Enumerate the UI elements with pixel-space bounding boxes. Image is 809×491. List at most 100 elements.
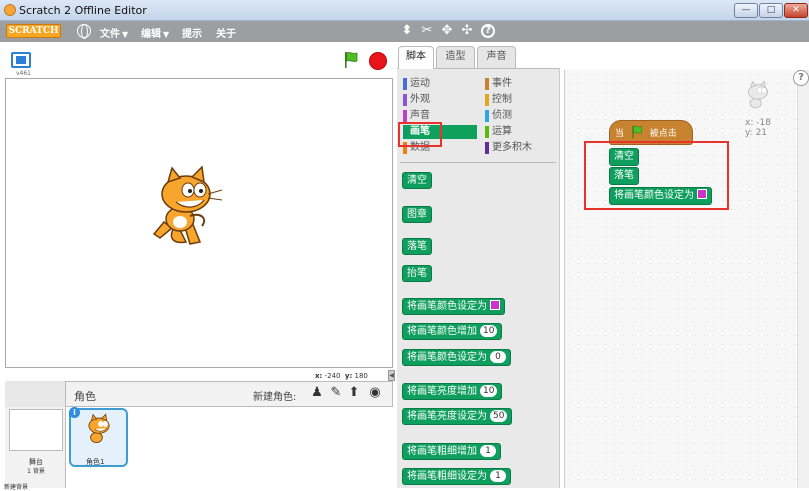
block-label: 落笔 [407, 241, 427, 252]
color-swatch[interactable] [490, 300, 500, 310]
new-sprite-label: 新建角色: [253, 392, 297, 403]
choose-sprite-library-icon[interactable]: ♟ [309, 385, 325, 401]
help-icon[interactable]: ? [481, 24, 495, 38]
duplicate-icon[interactable]: ⬍ [399, 23, 415, 39]
scratch-cat-app-icon [4, 4, 16, 16]
category-label: 声音 [410, 110, 430, 121]
block-label: 将画笔亮度设定为 [407, 411, 487, 422]
number-input[interactable]: 10 [480, 385, 498, 397]
sprite-x-position: x: -18 [745, 118, 771, 128]
menu-tips[interactable]: 提示 [182, 25, 202, 40]
right-scroll-strip[interactable] [797, 70, 809, 488]
stage-thumbnail[interactable] [9, 409, 63, 451]
chevron-down-icon: ▼ [163, 30, 170, 39]
cat-sprite-on-stage[interactable] [146, 164, 226, 254]
y-coord-value: 180 [354, 372, 368, 380]
paint-brush-icon[interactable]: ✎ [328, 385, 344, 401]
scratch-logo[interactable]: SCRATCH [6, 24, 61, 38]
category-label: 外观 [410, 94, 430, 105]
block-set-pen-shade[interactable]: 将画笔亮度设定为 50 [402, 408, 513, 425]
block-change-pen-color[interactable]: 将画笔颜色增加 10 [402, 323, 503, 340]
delete-icon[interactable]: ✂ [419, 23, 435, 39]
block-label: 清空 [407, 175, 427, 186]
block-label: 将画笔颜色增加 [407, 326, 477, 337]
menu-bar: SCRATCH 文件 ▼ 编辑 ▼ 提示 关于 ⬍ ✂ ✥ ✣ ? [0, 21, 809, 42]
block-clear[interactable]: 清空 [402, 172, 432, 189]
number-input[interactable]: 0 [490, 351, 506, 363]
category-looks[interactable]: 外观 [403, 93, 463, 107]
shrink-icon[interactable]: ✣ [459, 23, 475, 39]
mouse-coordinates: x: -240 y: 180 [315, 372, 368, 380]
category-events[interactable]: 事件 [485, 77, 545, 91]
category-color-bar [403, 110, 407, 122]
block-label: 将画笔粗细设定为 [407, 471, 487, 482]
menu-about[interactable]: 关于 [216, 25, 236, 40]
block-change-pen-size[interactable]: 将画笔粗细增加 1 [402, 443, 501, 460]
category-sensing[interactable]: 侦测 [485, 109, 545, 123]
block-label: 图章 [407, 209, 427, 220]
green-flag-icon [632, 125, 642, 139]
block-label: 将画笔颜色设定为 [407, 352, 487, 363]
language-globe-icon[interactable] [77, 24, 91, 39]
collapse-stage-icon[interactable]: ◀ [388, 370, 395, 381]
pen-category-highlight [398, 122, 442, 147]
title-bar: Scratch 2 Offline Editor — □ ✕ [0, 0, 809, 21]
block-pen-down[interactable]: 落笔 [402, 238, 432, 255]
x-coord-value: -240 [324, 372, 341, 380]
close-button[interactable]: ✕ [784, 3, 808, 18]
sprites-label: 角色 [74, 390, 96, 403]
category-more-blocks[interactable]: 更多积木 [485, 141, 555, 155]
category-label: 更多积木 [492, 142, 532, 153]
maximize-button[interactable]: □ [759, 3, 783, 18]
presentation-mode-icon[interactable] [11, 52, 31, 68]
chevron-down-icon: ▼ [122, 30, 129, 39]
category-color-bar [485, 110, 489, 122]
category-sound[interactable]: 声音 [403, 109, 463, 123]
help-icon[interactable]: ? [793, 70, 809, 86]
number-input[interactable]: 50 [490, 410, 508, 422]
minimize-button[interactable]: — [734, 3, 758, 18]
hat-label-clicked: 被点击 [649, 129, 677, 139]
number-input[interactable]: 10 [480, 325, 498, 337]
stage-canvas[interactable] [5, 78, 393, 368]
backdrop-count: 1 背景 [27, 468, 45, 475]
block-label: 将画笔颜色设定为 [407, 301, 487, 312]
tab-sounds[interactable]: 声音 [477, 46, 516, 68]
menu-file-label: 文件 [100, 29, 120, 40]
block-stamp[interactable]: 图章 [402, 206, 432, 223]
block-label: 抬笔 [407, 268, 427, 279]
category-label: 运算 [492, 126, 512, 137]
category-label: 运动 [410, 78, 430, 89]
upload-sprite-icon[interactable]: ⬆ [346, 385, 362, 401]
category-motion[interactable]: 运动 [403, 77, 463, 91]
block-pen-up[interactable]: 抬笔 [402, 265, 432, 282]
sprite-name: 角色1 [86, 458, 105, 466]
stage-toolbar: v461 [0, 42, 393, 78]
menu-edit-label: 编辑 [141, 29, 161, 40]
block-set-pen-size[interactable]: 将画笔粗细设定为 1 [402, 468, 511, 485]
block-set-pen-color-number[interactable]: 将画笔颜色设定为 0 [402, 349, 511, 366]
menu-file[interactable]: 文件 ▼ [100, 25, 128, 40]
category-label: 侦测 [492, 110, 512, 121]
tab-scripts[interactable]: 脚本 [398, 46, 434, 69]
category-color-bar [485, 126, 489, 138]
stop-sign-icon[interactable] [369, 52, 387, 70]
palette-divider [400, 162, 556, 163]
grow-icon[interactable]: ✥ [439, 23, 455, 39]
tab-costumes[interactable]: 造型 [436, 46, 475, 68]
window-title: Scratch 2 Offline Editor [19, 4, 147, 17]
block-set-pen-color-swatch[interactable]: 将画笔颜色设定为 [402, 298, 505, 315]
cat-thumbnail-icon [88, 413, 110, 443]
category-control[interactable]: 控制 [485, 93, 545, 107]
current-sprite-icon [748, 80, 768, 109]
category-operators[interactable]: 运算 [485, 125, 545, 139]
editor-tabs: 脚本 造型 声音 [397, 46, 797, 69]
menu-edit[interactable]: 编辑 ▼ [141, 25, 169, 40]
number-input[interactable]: 1 [490, 470, 506, 482]
block-change-pen-shade[interactable]: 将画笔亮度增加 10 [402, 383, 503, 400]
number-input[interactable]: 1 [480, 445, 496, 457]
y-coord-label: y: [344, 372, 353, 380]
sprite-y-position: y: 21 [745, 128, 768, 138]
camera-icon[interactable]: ◉ [367, 385, 383, 401]
green-flag-icon[interactable] [343, 51, 359, 69]
